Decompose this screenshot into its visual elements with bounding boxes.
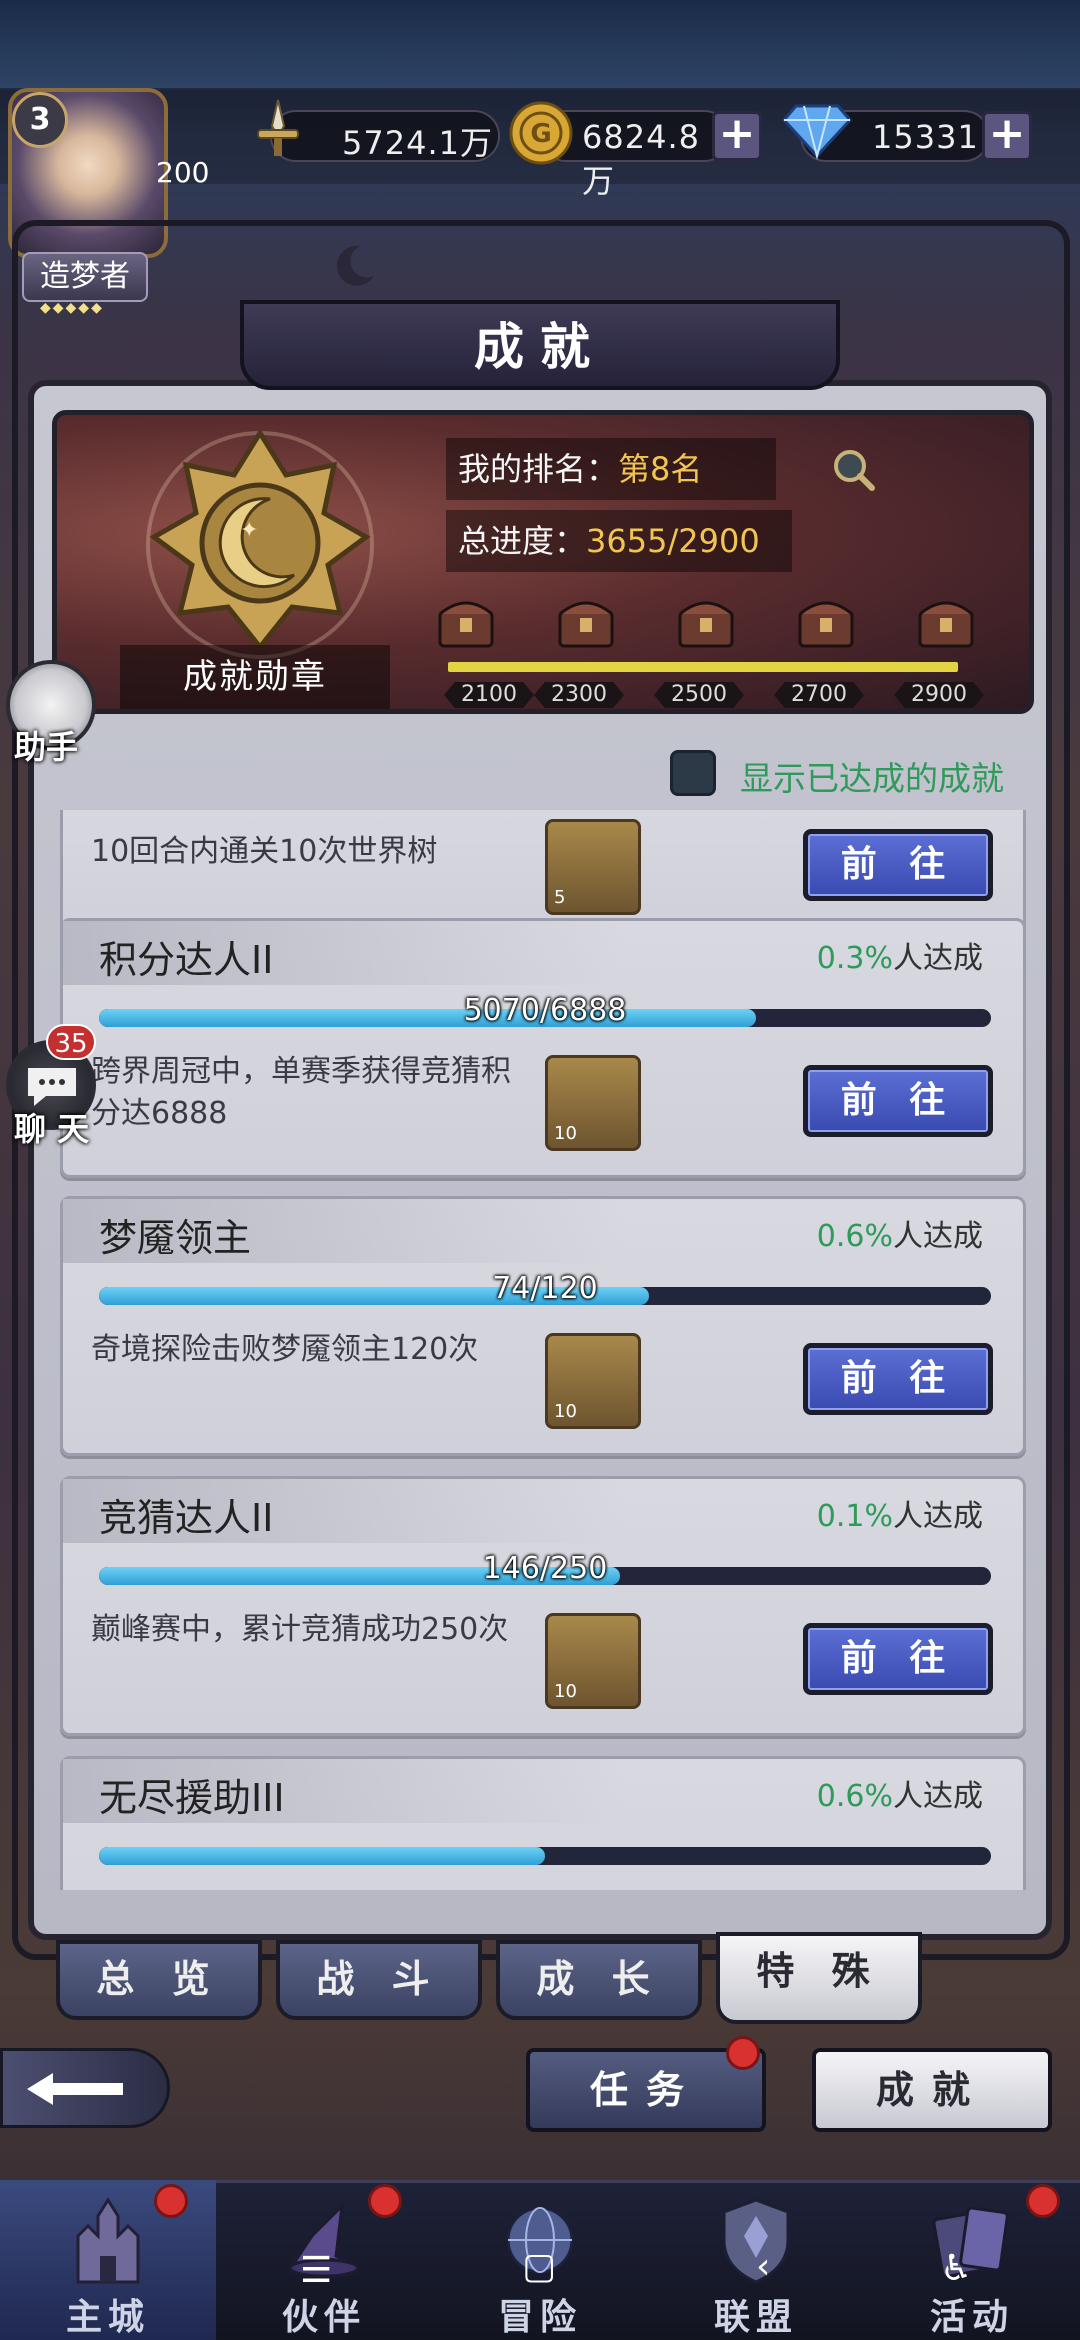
milestone-label: 2900	[894, 682, 984, 708]
gold-value: 6824.8万	[582, 118, 700, 200]
svg-text:✦: ✦	[240, 518, 258, 543]
milestone-chest-icon[interactable]	[676, 590, 736, 656]
achievement-item: 无尽援助III 0.6%人达成	[60, 1756, 1026, 1890]
nav-label: 冒险	[497, 2297, 582, 2338]
achievement-title: 竞猜达人II	[99, 1496, 274, 1540]
milestone-label: 2100	[444, 682, 534, 708]
back-button[interactable]	[0, 2048, 170, 2128]
achievement-percent: 0.6%人达成	[816, 1779, 983, 1814]
assistant-label: 助手	[14, 728, 79, 766]
rank-value: 第8名	[618, 450, 703, 488]
castle-icon	[76, 2197, 140, 2284]
achievement-percent: 0.1%人达成	[816, 1499, 983, 1534]
milestone-label: 2500	[654, 682, 744, 708]
milestone-label: 2300	[534, 682, 624, 708]
diamond-icon	[782, 104, 852, 160]
sky-backdrop	[0, 0, 1080, 90]
tab-battle[interactable]: 战 斗	[276, 1940, 482, 2020]
system-back-icon[interactable]: ‹	[756, 2246, 770, 2287]
reward-count: 10	[554, 1123, 577, 1144]
milestone-chest-icon[interactable]	[916, 590, 976, 656]
nav-label: 联盟	[713, 2297, 798, 2338]
show-completed-label[interactable]: 显示已达成的成就	[740, 752, 1004, 800]
achievement-percent: 0.3%人达成	[816, 941, 983, 976]
reward-count: 10	[554, 1401, 577, 1422]
nav-label: 主城	[65, 2297, 150, 2338]
achievement-title: 积分达人II	[99, 938, 274, 982]
chat-label: 聊 天	[14, 1110, 90, 1148]
reward-medal: 10	[545, 1055, 641, 1151]
total-progress-row: 总进度：3655/2900	[446, 510, 792, 572]
milestone-chest-icon[interactable]	[436, 590, 496, 656]
milestone-label: 2700	[774, 682, 864, 708]
nav-label: 活动	[929, 2297, 1014, 2338]
achievement-percent: 0.6%人达成	[816, 1219, 983, 1254]
reward-count: 10	[554, 1681, 577, 1702]
achievement-desc: 10回合内通关10次世界树	[91, 834, 438, 869]
achievement-item: 10回合内通关10次世界树 5 前 往	[60, 810, 1026, 930]
milestone-track	[448, 662, 958, 672]
home-icon[interactable]: ▢	[522, 2246, 556, 2287]
svg-text:G: G	[530, 119, 551, 149]
tab-overview[interactable]: 总 览	[56, 1940, 262, 2020]
tab-growth[interactable]: 成 长	[496, 1940, 702, 2020]
search-icon[interactable]	[828, 444, 878, 494]
page-title: 成就	[240, 300, 840, 390]
add-diamond-button[interactable]: +	[982, 111, 1032, 161]
go-button[interactable]: 前 往	[803, 1065, 993, 1137]
player-level-badge: 3	[12, 92, 68, 148]
reward-medal: 10	[545, 1613, 641, 1709]
partner-notification-dot	[368, 2184, 402, 2218]
reward-medal: 10	[545, 1333, 641, 1429]
moon-icon	[336, 245, 374, 286]
accessibility-icon[interactable]: ♿	[940, 2248, 972, 2289]
chat-bubble-icon	[28, 1068, 76, 1106]
achievement-item: 梦魇领主 0.6%人达成 74/120 奇境探险击败梦魇领主120次 10 前 …	[60, 1196, 1026, 1456]
sword-icon	[257, 99, 299, 156]
activity-notification-dot	[1026, 2184, 1060, 2218]
gold-coin-icon: G	[509, 101, 573, 165]
achievement-medal-icon: ✦	[146, 428, 374, 659]
nav-label: 伙伴	[281, 2297, 366, 2338]
achievement-desc: 跨界周冠中，单赛季获得竞猜积分达6888	[91, 1054, 511, 1131]
menu-icon[interactable]: ☰	[300, 2250, 332, 2291]
achievement-item: 竞猜达人II 0.1%人达成 146/250 巅峰赛中，累计竞猜成功250次 1…	[60, 1476, 1026, 1736]
achievement-list[interactable]: 10回合内通关10次世界树 5 前 往 积分达人II 0.3%人达成 5070/…	[52, 810, 1034, 1890]
go-button[interactable]: 前 往	[803, 829, 993, 901]
progress-bar	[99, 1847, 991, 1865]
player-points: 200	[156, 156, 210, 189]
chat-unread-badge: 35	[46, 1024, 96, 1060]
go-button[interactable]: 前 往	[803, 1623, 993, 1695]
reward-count: 5	[554, 887, 566, 908]
achievement-desc: 巅峰赛中，累计竞猜成功250次	[91, 1612, 509, 1647]
medal-name: 成就勋章	[120, 645, 390, 709]
rank-row: 我的排名：第8名	[446, 438, 776, 500]
progress-value: 3655/2900	[586, 522, 760, 560]
main-city-notification-dot	[154, 2184, 188, 2218]
progress-text: 5070/6888	[463, 993, 627, 1028]
milestone-chest-icon[interactable]	[556, 590, 616, 656]
milestone-chest-icon[interactable]	[796, 590, 856, 656]
diamond-value: 15331	[872, 118, 979, 156]
power-value: 5724.1万	[342, 124, 493, 162]
progress-text: 146/250	[482, 1551, 608, 1586]
achievement-desc: 奇境探险击败梦魇领主120次	[91, 1332, 479, 1367]
achievement-title: 无尽援助III	[99, 1776, 285, 1820]
achievement-item: 积分达人II 0.3%人达成 5070/6888 跨界周冠中，单赛季获得竞猜积分…	[60, 918, 1026, 1178]
reward-medal: 5	[545, 819, 641, 915]
show-completed-checkbox[interactable]	[670, 750, 716, 796]
back-arrow-icon	[27, 2073, 123, 2105]
add-gold-button[interactable]: +	[712, 111, 762, 161]
task-notification-dot	[726, 2036, 760, 2070]
progress-text: 74/120	[492, 1271, 598, 1306]
achievement-button[interactable]: 成就	[812, 2048, 1052, 2132]
progress-label: 总进度：	[458, 522, 587, 560]
rank-label: 我的排名：	[458, 450, 619, 488]
go-button[interactable]: 前 往	[803, 1343, 993, 1415]
tab-special[interactable]: 特 殊	[716, 1932, 922, 2024]
achievement-title: 梦魇领主	[99, 1216, 252, 1260]
